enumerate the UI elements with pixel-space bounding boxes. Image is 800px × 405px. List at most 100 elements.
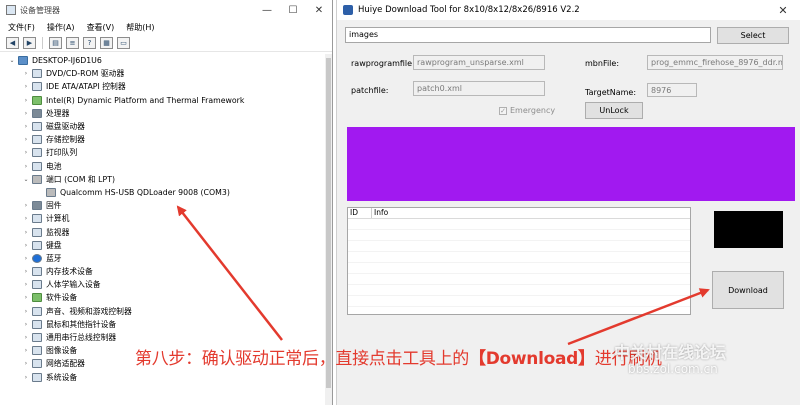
chevron-right-icon[interactable]: › — [22, 97, 30, 104]
patchfile-field[interactable]: patch0.xml — [413, 81, 545, 96]
network-icon — [32, 359, 42, 369]
dvd-drive-icon — [32, 69, 42, 79]
tree-item[interactable]: › IDE ATA/ATAPI 控制器 — [0, 80, 332, 93]
chevron-right-icon[interactable]: › — [22, 163, 30, 170]
tree-item-label: 键盘 — [46, 240, 62, 250]
chevron-right-icon[interactable]: › — [22, 374, 30, 381]
sound-icon — [32, 306, 42, 316]
chevron-right-icon[interactable]: › — [22, 334, 30, 341]
tree-item-label: 声音、视频和游戏控制器 — [46, 306, 132, 316]
caption-download: 【Download】 — [469, 349, 595, 369]
device-tree: ⌄ DESKTOP-IJ6D1U6 › DVD/CD-ROM 驱动器 › IDE ATA/… — [0, 54, 332, 384]
tree-item-label: 端口 (COM 和 LPT) — [46, 174, 116, 184]
chevron-right-icon[interactable]: › — [22, 347, 30, 354]
forward-icon[interactable]: ▶ — [23, 37, 36, 49]
menu-help[interactable]: 帮助(H) — [126, 22, 154, 33]
chevron-right-icon[interactable]: › — [22, 229, 30, 236]
tree-item[interactable]: › 存储控制器 — [0, 133, 332, 146]
patchfile-label: patchfile: — [351, 86, 389, 95]
tree-item[interactable]: › Intel(R) Dynamic Platform and Thermal F… — [0, 94, 332, 107]
tree-item[interactable]: Qualcomm HS-USB QDLoader 9008 (COM3) — [0, 186, 332, 199]
tree-item[interactable]: › 固件 — [0, 199, 332, 212]
log-column-info[interactable]: Info — [372, 208, 690, 218]
properties-icon[interactable]: ▤ — [49, 37, 62, 49]
tree-item[interactable]: ⌄ 端口 (COM 和 LPT) — [0, 173, 332, 186]
chevron-right-icon[interactable]: › — [22, 215, 30, 222]
computer-icon — [32, 214, 42, 224]
hid-icon — [32, 280, 42, 290]
tree-item[interactable]: › 人体学输入设备 — [0, 278, 332, 291]
tree-item-label: 软件设备 — [46, 293, 78, 303]
tree-item[interactable]: › 通用串行总线控制器 — [0, 331, 332, 344]
download-button[interactable]: Download — [712, 271, 784, 309]
tree-item[interactable]: › 软件设备 — [0, 291, 332, 304]
minimize-button[interactable]: — — [254, 0, 280, 20]
chevron-right-icon[interactable]: › — [22, 83, 30, 90]
tree-item[interactable]: › 监视器 — [0, 225, 332, 238]
tree-item-label: 鼠标和其他指针设备 — [46, 319, 117, 329]
tree-item[interactable]: › 内存技术设备 — [0, 265, 332, 278]
tree-item-label: DVD/CD-ROM 驱动器 — [46, 69, 125, 79]
targetname-field[interactable]: 8976 — [647, 83, 697, 97]
tree-item-label: 监视器 — [46, 227, 70, 237]
tree-item[interactable]: › DVD/CD-ROM 驱动器 — [0, 67, 332, 80]
details-icon[interactable]: ▦ — [100, 37, 113, 49]
images-path-input[interactable]: images — [345, 27, 711, 43]
menu-action[interactable]: 操作(A) — [47, 22, 75, 33]
chevron-right-icon[interactable]: › — [22, 268, 30, 275]
select-button[interactable]: Select — [717, 27, 789, 44]
chevron-right-icon[interactable]: › — [22, 149, 30, 156]
tree-item[interactable]: › 打印队列 — [0, 146, 332, 159]
back-icon[interactable]: ◀ — [6, 37, 19, 49]
chevron-right-icon[interactable]: › — [22, 202, 30, 209]
chevron-down-icon[interactable]: ⌄ — [8, 57, 16, 64]
huiye-app-icon — [343, 5, 353, 15]
maximize-button[interactable]: ☐ — [280, 0, 306, 20]
tree-item[interactable]: ⌄ DESKTOP-IJ6D1U6 — [0, 54, 332, 67]
menu-file[interactable]: 文件(F) — [8, 22, 35, 33]
mbnfile-label: mbnFile: — [585, 59, 620, 68]
chevron-right-icon[interactable]: › — [22, 242, 30, 249]
monitor-icon[interactable]: ▭ — [117, 37, 130, 49]
help-icon[interactable]: ? — [83, 37, 96, 49]
close-button[interactable]: ✕ — [306, 0, 332, 20]
tree-item-label: 内存技术设备 — [46, 267, 93, 277]
chevron-right-icon[interactable]: › — [22, 255, 30, 262]
chevron-down-icon[interactable]: ⌄ — [22, 176, 30, 183]
tree-item[interactable]: › 系统设备 — [0, 371, 332, 384]
chevron-right-icon[interactable]: › — [22, 360, 30, 367]
tree-item[interactable]: › 声音、视频和游戏控制器 — [0, 305, 332, 318]
chevron-right-icon[interactable]: › — [22, 70, 30, 77]
log-table[interactable]: ID Info — [347, 207, 691, 315]
chevron-right-icon[interactable]: › — [22, 136, 30, 143]
tree-item[interactable]: › 计算机 — [0, 212, 332, 225]
mouse-icon — [32, 319, 42, 329]
huiye-close-button[interactable]: ✕ — [770, 0, 796, 20]
tree-item[interactable]: › 鼠标和其他指针设备 — [0, 318, 332, 331]
chevron-right-icon[interactable]: › — [22, 294, 30, 301]
tree-item[interactable]: › 电池 — [0, 160, 332, 173]
tree-item[interactable]: › 处理器 — [0, 107, 332, 120]
thermal-icon — [32, 95, 42, 105]
menu-view[interactable]: 查看(V) — [87, 22, 115, 33]
chevron-right-icon[interactable]: › — [22, 321, 30, 328]
tree-item-label: 磁盘驱动器 — [46, 122, 85, 132]
window-controls: — ☐ ✕ — [254, 0, 332, 20]
chevron-right-icon[interactable]: › — [22, 123, 30, 130]
tree-item[interactable]: › 键盘 — [0, 239, 332, 252]
rawprogramfile-field[interactable]: rawprogram_unsparse.xml — [413, 55, 545, 70]
log-column-id[interactable]: ID — [348, 208, 372, 218]
list-icon[interactable]: ≡ — [66, 37, 79, 49]
chevron-right-icon[interactable]: › — [22, 281, 30, 288]
tree-item[interactable]: › 磁盘驱动器 — [0, 120, 332, 133]
unlock-button[interactable]: UnLock — [585, 102, 643, 119]
scrollbar-thumb[interactable] — [326, 58, 331, 388]
chevron-right-icon[interactable]: › — [22, 308, 30, 315]
chevron-right-icon[interactable]: › — [22, 110, 30, 117]
tree-item[interactable]: › 蓝牙 — [0, 252, 332, 265]
emergency-checkbox[interactable]: ✓ Emergency — [499, 106, 555, 115]
mbnfile-field[interactable]: prog_emmc_firehose_8976_ddr.mbn — [647, 55, 783, 70]
huiye-title: Huiye Download Tool for 8x10/8x12/8x26/8… — [358, 5, 580, 15]
checkbox-box-icon[interactable]: ✓ — [499, 106, 507, 115]
log-table-header: ID Info — [348, 208, 690, 219]
